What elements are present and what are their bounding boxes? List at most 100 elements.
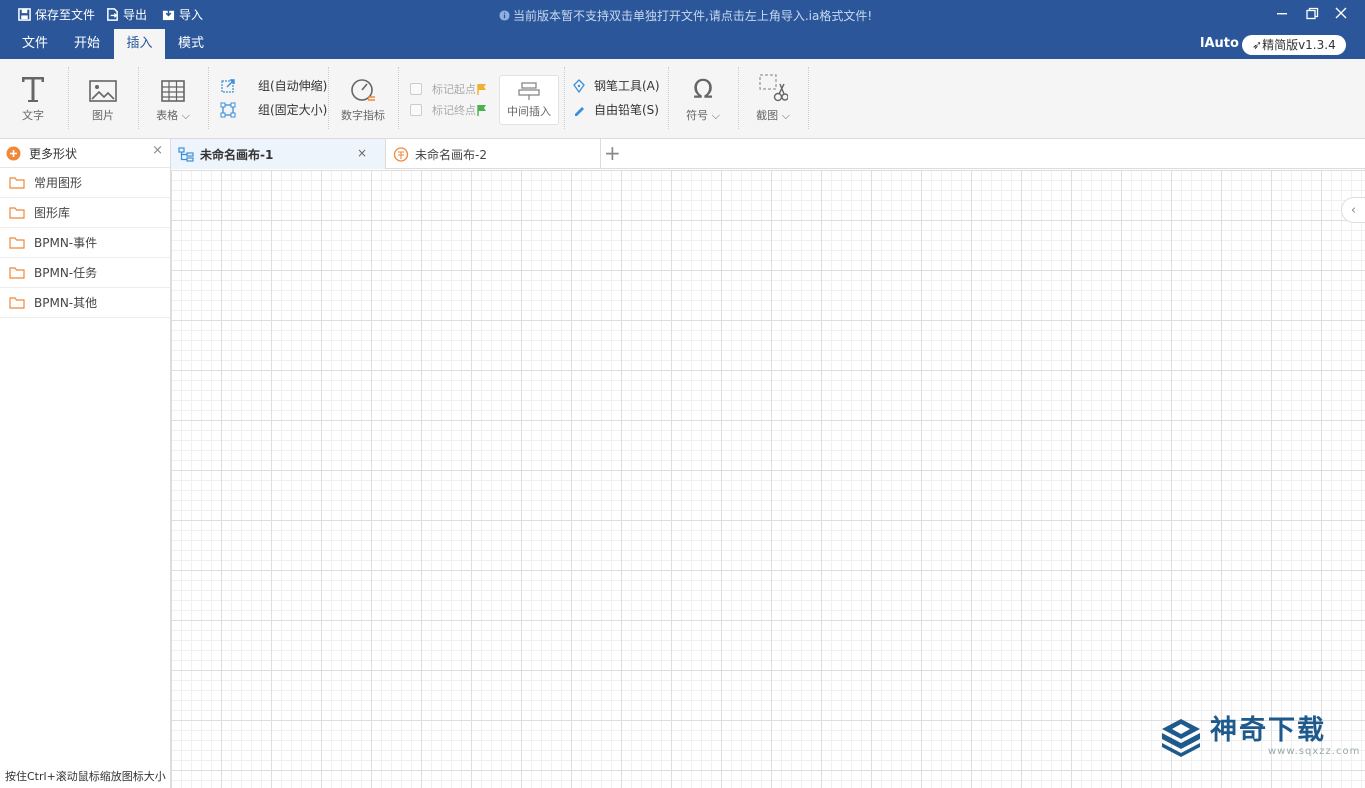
close-icon bbox=[1335, 7, 1347, 19]
chevron-left-icon: ‹ bbox=[1350, 202, 1357, 218]
gauge-icon bbox=[351, 79, 375, 101]
group-auto-icon bbox=[221, 78, 235, 93]
shape-category-item[interactable]: BPMN-任务 bbox=[0, 258, 170, 288]
minimize-icon bbox=[1277, 13, 1287, 15]
category-label: BPMN-事件 bbox=[34, 236, 98, 250]
notice-text: 当前版本暂不支持双击单独打开文件,请点击左上角导入.ia格式文件! bbox=[513, 9, 873, 23]
menu-file[interactable]: 文件 bbox=[10, 29, 60, 59]
close-window-button[interactable] bbox=[1331, 4, 1351, 22]
group-fixed-label: 组(固定大小) bbox=[258, 103, 328, 117]
screenshot-button[interactable]: 截图 ⌵ bbox=[752, 69, 794, 123]
watermark-logo bbox=[1162, 718, 1200, 757]
close-tab-icon[interactable]: × bbox=[357, 146, 367, 160]
folder-icon bbox=[9, 207, 25, 219]
ribbon-separator bbox=[564, 67, 565, 129]
mark-end-check[interactable] bbox=[410, 104, 422, 116]
chevron-down-icon: ⌵ bbox=[781, 109, 790, 122]
group-fixed-icon bbox=[220, 102, 236, 117]
digit-indicator-label: 数字指标 bbox=[341, 109, 385, 122]
tab-label: 未命名画布-2 bbox=[415, 147, 487, 162]
digit-indicator-button[interactable]: 数字指标 bbox=[340, 69, 386, 123]
group-auto-button[interactable]: 组(自动伸缩) bbox=[220, 77, 327, 94]
send-icon: ➶ bbox=[1252, 38, 1263, 52]
free-pencil-label: 自由铅笔(S) bbox=[594, 103, 659, 117]
middle-insert-icon bbox=[518, 82, 540, 100]
text-tool-label: 文字 bbox=[22, 109, 44, 122]
image-icon bbox=[89, 80, 117, 102]
omega-icon: Ω bbox=[693, 75, 713, 105]
table-tool-button[interactable]: 表格 ⌵ bbox=[152, 69, 194, 123]
menu-mode[interactable]: 模式 bbox=[166, 29, 216, 59]
close-panel-icon[interactable]: × bbox=[152, 143, 163, 158]
text-tool-button[interactable]: 文字 bbox=[18, 69, 48, 123]
more-shapes-label: 更多形状 bbox=[29, 146, 78, 161]
category-label: BPMN-其他 bbox=[34, 296, 98, 310]
export-button[interactable]: 导出 bbox=[106, 5, 147, 23]
menu-insert[interactable]: 插入 bbox=[114, 29, 165, 59]
ribbon-separator bbox=[808, 67, 809, 129]
table-tool-label: 表格 bbox=[156, 109, 179, 122]
free-pencil-button[interactable]: 自由铅笔(S) bbox=[572, 101, 659, 118]
ribbon-toolbar: 文字 图片 表格 ⌵ 组(自动伸缩) 组(固定大小) 数字指标 标记起点 标记终… bbox=[0, 59, 1365, 139]
mark-start-check[interactable] bbox=[410, 83, 422, 95]
drawing-canvas[interactable] bbox=[171, 170, 1365, 788]
symbol-button[interactable]: Ω 符号 ⌵ bbox=[682, 69, 724, 123]
add-tab-button[interactable]: + bbox=[604, 141, 621, 165]
folder-icon bbox=[9, 177, 25, 189]
pencil-icon bbox=[575, 106, 584, 116]
shape-library-panel: 更多形状 × 常用图形 图形库 BPMN-事件 BPMN-任务 BPMN-其他 … bbox=[0, 139, 171, 788]
mark-start-checkbox[interactable]: 标记起点 bbox=[410, 81, 487, 97]
restore-button[interactable] bbox=[1302, 4, 1322, 22]
folder-icon bbox=[9, 297, 25, 309]
category-label: 图形库 bbox=[34, 206, 71, 220]
import-button[interactable]: 导入 bbox=[162, 5, 203, 23]
version-notice: 当前版本暂不支持双击单独打开文件,请点击左上角导入.ia格式文件! bbox=[499, 7, 872, 24]
shape-category-item[interactable]: BPMN-事件 bbox=[0, 228, 170, 258]
menu-start[interactable]: 开始 bbox=[62, 29, 112, 59]
tree-diagram-icon bbox=[178, 146, 194, 162]
ribbon-separator bbox=[208, 67, 209, 129]
tab-canvas-1[interactable]: 未命名画布-1 × bbox=[171, 139, 386, 169]
user-name: lAuto bbox=[1200, 36, 1239, 51]
symbol-label: 符号 bbox=[686, 109, 709, 122]
image-tool-label: 图片 bbox=[92, 109, 114, 122]
version-badge[interactable]: ➶精简版v1.3.4 bbox=[1242, 35, 1346, 55]
collapse-right-panel-button[interactable]: ‹ bbox=[1341, 197, 1365, 223]
import-icon bbox=[162, 8, 175, 20]
pen-tool-button[interactable]: 钢笔工具(A) bbox=[572, 77, 660, 94]
version-label: 精简版v1.3.4 bbox=[1262, 38, 1336, 52]
flag-end-icon bbox=[477, 105, 486, 116]
group-fixed-button[interactable]: 组(固定大小) bbox=[220, 101, 327, 118]
save-to-file-label: 保存至文件 bbox=[35, 7, 96, 22]
middle-insert-button[interactable]: 中间插入 bbox=[499, 75, 559, 125]
shape-category-item[interactable]: 图形库 bbox=[0, 198, 170, 228]
middle-insert-label: 中间插入 bbox=[507, 105, 551, 118]
more-shapes-header[interactable]: 更多形状 × bbox=[0, 139, 170, 168]
watermark-main: 神奇下载 bbox=[1210, 715, 1326, 746]
screenshot-label: 截图 bbox=[756, 109, 779, 122]
chevron-down-icon: ⌵ bbox=[711, 109, 720, 122]
export-label: 导出 bbox=[123, 7, 148, 22]
category-label: BPMN-任务 bbox=[34, 266, 98, 280]
ribbon-separator bbox=[398, 67, 399, 129]
save-icon bbox=[18, 7, 31, 21]
mark-end-label: 标记终点 bbox=[432, 104, 476, 117]
tab-label: 未命名画布-1 bbox=[200, 147, 274, 162]
shape-category-item[interactable]: BPMN-其他 bbox=[0, 288, 170, 318]
tab-canvas-2[interactable]: 未命名画布-2 bbox=[386, 139, 601, 169]
minimize-button[interactable] bbox=[1272, 4, 1292, 22]
folder-icon bbox=[9, 237, 25, 249]
shape-category-item[interactable]: 常用图形 bbox=[0, 168, 170, 198]
canvas-tab-bar: 未命名画布-1 × 未命名画布-2 + bbox=[171, 139, 1365, 169]
ribbon-separator bbox=[738, 67, 739, 129]
pen-icon bbox=[573, 78, 585, 93]
category-label: 常用图形 bbox=[34, 176, 83, 190]
export-icon bbox=[107, 7, 118, 21]
watermark-url: www.sqxzz.com bbox=[1268, 746, 1361, 757]
mark-end-checkbox[interactable]: 标记终点 bbox=[410, 102, 487, 118]
import-label: 导入 bbox=[179, 7, 204, 22]
save-to-file-button[interactable]: 保存至文件 bbox=[18, 5, 95, 23]
pen-tool-label: 钢笔工具(A) bbox=[594, 79, 660, 93]
image-tool-button[interactable]: 图片 bbox=[88, 69, 118, 123]
ribbon-separator bbox=[138, 67, 139, 129]
